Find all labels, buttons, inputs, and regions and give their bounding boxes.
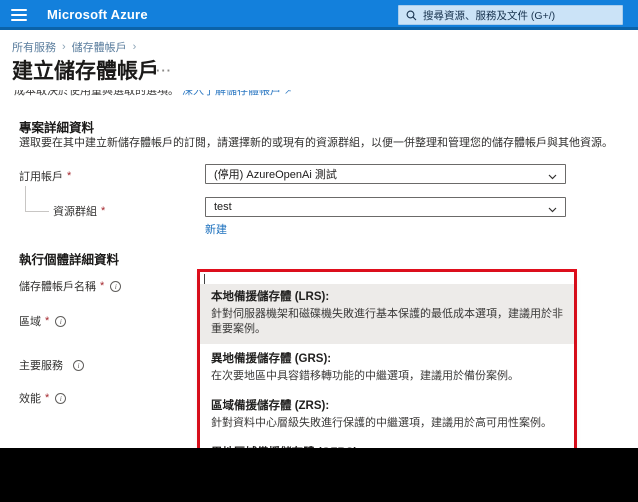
option-title: 異地備援儲存體 (GRS): [211, 353, 332, 365]
field-connector-line [25, 186, 26, 211]
intro-text-clipped: 成本取決於使用量與選取的選項。 深入了解儲存體帳戶 ↗ [14, 90, 374, 99]
required-asterisk: * [101, 205, 106, 217]
instance-details-heading: 執行個體詳細資料 [19, 253, 120, 267]
search-placeholder: 搜尋資源、服務及文件 (G+/) [423, 9, 556, 22]
primary-service-label: 主要服務 i [19, 357, 84, 373]
info-icon[interactable]: i [110, 280, 122, 292]
storage-account-name-label: 儲存體帳戶名稱 * i [19, 278, 122, 294]
project-details-description: 選取要在其中建立新儲存體帳戶的訂閱，請選擇新的或現有的資源群組，以便一併整理和管… [19, 137, 613, 149]
resource-group-dropdown[interactable]: test [205, 197, 566, 217]
option-description: 針對資料中心層級失敗進行保護的中繼選項，建議用於高可用性案例。 [211, 417, 552, 429]
project-details-heading: 專案詳細資料 [19, 121, 95, 135]
global-search-input[interactable]: 搜尋資源、服務及文件 (G+/) [398, 5, 623, 25]
chevron-down-icon [548, 204, 557, 216]
breadcrumb-storage-accounts[interactable]: 儲存體帳戶 [72, 39, 127, 55]
field-connector-line [25, 211, 49, 212]
subscription-label: 訂用帳戶 * [19, 170, 72, 183]
external-link-icon: ↗ [284, 90, 292, 96]
option-title: 區域備援儲存體 (ZRS): [211, 400, 330, 412]
required-asterisk: * [100, 280, 105, 292]
learn-more-link[interactable]: 深入了解儲存體帳戶 [182, 90, 281, 97]
breadcrumb-separator-icon: › [62, 41, 66, 53]
resource-group-label: 資源群組 * [53, 205, 106, 218]
redundancy-dropdown-flyout: 本地備援儲存體 (LRS): 針對伺服器機架和磁碟機失敗進行基本保護的最低成本選… [200, 272, 574, 491]
info-icon[interactable]: i [73, 359, 84, 371]
resource-group-value: test [214, 201, 232, 213]
text-cursor [204, 274, 205, 284]
info-icon[interactable]: i [55, 315, 67, 327]
breadcrumb: 所有服務 › 儲存體帳戶 › [12, 39, 136, 55]
search-icon [406, 10, 417, 21]
required-asterisk: * [45, 315, 50, 327]
option-title: 本地備援儲存體 (LRS): [211, 291, 330, 303]
required-asterisk: * [67, 170, 72, 182]
redundancy-option-zrs[interactable]: 區域備援儲存體 (ZRS): 針對資料中心層級失敗進行保護的中繼選項，建議用於高… [200, 393, 574, 438]
performance-label: 效能 * i [19, 390, 67, 406]
red-annotation-box: 本地備援儲存體 (LRS): 針對伺服器機架和磁碟機失敗進行基本保護的最低成本選… [197, 269, 577, 491]
breadcrumb-separator-icon: › [132, 41, 137, 53]
region-label: 區域 * i [19, 313, 67, 329]
redundancy-option-lrs[interactable]: 本地備援儲存體 (LRS): 針對伺服器機架和磁碟機失敗進行基本保護的最低成本選… [200, 284, 574, 344]
letterbox-black-bar [0, 448, 638, 502]
title-more-menu[interactable]: ··· [156, 63, 172, 78]
subscription-dropdown[interactable]: (停用) AzureOpenAi 測試 [205, 164, 566, 184]
create-new-resource-group-link[interactable]: 新建 [205, 221, 227, 237]
redundancy-option-grs[interactable]: 異地備援儲存體 (GRS): 在次要地區中具容錯移轉功能的中繼選項，建議用於備份… [200, 346, 574, 391]
subscription-value: (停用) AzureOpenAi 測試 [214, 169, 337, 181]
azure-top-bar: Microsoft Azure 搜尋資源、服務及文件 (G+/) [0, 0, 638, 30]
option-description: 在次要地區中具容錯移轉功能的中繼選項，建議用於備份案例。 [211, 370, 519, 382]
info-icon[interactable]: i [55, 392, 67, 404]
breadcrumb-all-services[interactable]: 所有服務 [12, 39, 56, 55]
page-title: 建立儲存體帳戶 [12, 60, 159, 83]
intro-text: 成本取決於使用量與選取的選項。 [14, 90, 179, 97]
chevron-down-icon [548, 171, 557, 183]
required-asterisk: * [45, 392, 50, 404]
option-description: 針對伺服器機架和磁碟機失敗進行基本保護的最低成本選項，建議用於非重要案例。 [211, 308, 563, 335]
hamburger-menu-icon[interactable] [11, 9, 27, 21]
azure-logo[interactable]: Microsoft Azure [47, 7, 148, 22]
